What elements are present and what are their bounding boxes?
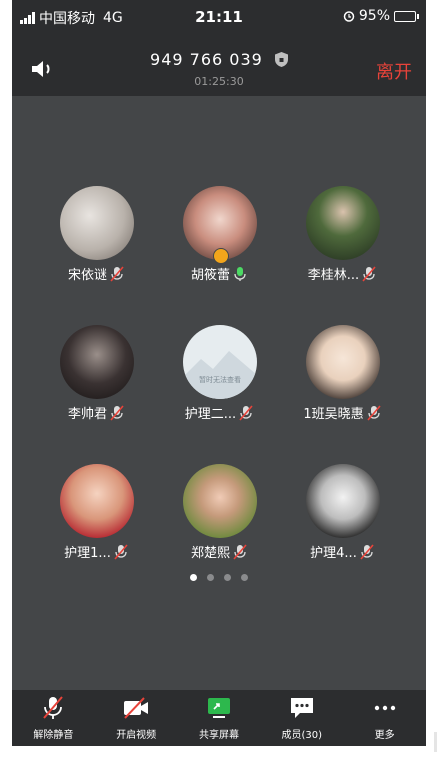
- participant-tile[interactable]: 胡筱蕾: [159, 186, 279, 296]
- page-dot[interactable]: [207, 574, 214, 581]
- participant-tile[interactable]: 护理1...: [36, 464, 156, 574]
- unmute-button[interactable]: 解除静音: [12, 690, 95, 746]
- mic-muted-icon: [110, 405, 124, 421]
- participant-name: 李帅君: [67, 407, 107, 422]
- unmute-label: 解除静音: [33, 730, 74, 741]
- participant-name: 护理4...: [310, 546, 357, 561]
- participant-tile[interactable]: 宋依谜: [36, 186, 156, 296]
- avatar: [183, 464, 257, 538]
- avatar: [306, 186, 380, 260]
- mic-on-icon: [234, 267, 246, 281]
- participant-name: 李桂林...: [307, 268, 360, 283]
- video-off-icon: [124, 697, 149, 719]
- share-screen-label: 共享屏幕: [198, 730, 239, 741]
- meeting-screen: 中国移动 4G 21:11 95% 949 766 039 01:25:30 离…: [12, 0, 426, 746]
- more-icon: [374, 705, 395, 711]
- members-button[interactable]: 成员(30): [260, 690, 343, 746]
- host-badge-icon: [213, 248, 229, 264]
- share-screen-button[interactable]: 共享屏幕: [178, 690, 261, 746]
- participant-name: 宋依谜: [67, 268, 107, 283]
- avatar: [306, 325, 380, 399]
- avatar: [306, 464, 380, 538]
- meeting-id: 949 766 039: [150, 50, 263, 69]
- start-video-button[interactable]: 开启视频: [95, 690, 178, 746]
- bottom-toolbar: 解除静音 开启视频 共享屏幕 成员(30) 更多: [12, 690, 426, 746]
- more-button[interactable]: 更多: [343, 690, 426, 746]
- participant-tile[interactable]: 李帅君: [36, 325, 156, 435]
- participant-tile[interactable]: 1班吴晓惠: [282, 325, 402, 435]
- top-bar: 中国移动 4G 21:11 95% 949 766 039 01:25:30 离…: [12, 0, 426, 96]
- participant-name: 护理二...: [184, 407, 237, 422]
- participant-tile[interactable]: 郑楚熙: [159, 464, 279, 574]
- meeting-id-row: 949 766 039: [12, 50, 426, 69]
- mic-muted-icon: [233, 544, 247, 560]
- mic-muted-icon: [43, 696, 64, 719]
- participant-name: 1班吴晓惠: [303, 407, 364, 422]
- participant-tile[interactable]: 暂时无法查看 护理二...: [159, 325, 279, 435]
- participant-name: 郑楚熙: [190, 546, 230, 561]
- chat-bubble-icon: [290, 698, 313, 718]
- participant-name: 护理1...: [64, 546, 111, 561]
- participant-tile[interactable]: 护理4...: [282, 464, 402, 574]
- page-indicator[interactable]: [12, 574, 426, 581]
- status-bar: 中国移动 4G 21:11 95%: [12, 6, 426, 28]
- leave-button[interactable]: 离开: [376, 58, 412, 84]
- page-dot[interactable]: [224, 574, 231, 581]
- mic-muted-icon: [239, 405, 253, 421]
- page-dot-active[interactable]: [190, 574, 197, 581]
- meeting-duration: 01:25:30: [194, 75, 244, 88]
- mic-muted-icon: [362, 266, 376, 282]
- alarm-icon: [343, 11, 355, 22]
- mic-muted-icon: [360, 544, 374, 560]
- avatar: [60, 325, 134, 399]
- mic-muted-icon: [367, 405, 381, 421]
- scrollbar-stub: [434, 732, 437, 752]
- participant-name: 胡筱蕾: [190, 268, 230, 283]
- share-screen-icon: [207, 698, 230, 718]
- battery-percent: 95%: [358, 8, 390, 24]
- shield-icon[interactable]: [274, 52, 288, 67]
- page-dot[interactable]: [241, 574, 248, 581]
- mic-muted-icon: [114, 544, 128, 560]
- mic-muted-icon: [110, 266, 124, 282]
- avatar-placeholder: 暂时无法查看: [183, 325, 257, 399]
- members-label: 成员(30): [281, 730, 323, 741]
- avatar: [60, 464, 134, 538]
- start-video-label: 开启视频: [116, 730, 157, 741]
- participant-tile[interactable]: 李桂林...: [282, 186, 402, 296]
- avatar: [60, 186, 134, 260]
- more-label: 更多: [374, 730, 395, 741]
- image-unavailable-icon: [183, 351, 257, 399]
- battery-icon: [394, 10, 419, 22]
- avatar-caption: 暂时无法查看: [199, 376, 241, 384]
